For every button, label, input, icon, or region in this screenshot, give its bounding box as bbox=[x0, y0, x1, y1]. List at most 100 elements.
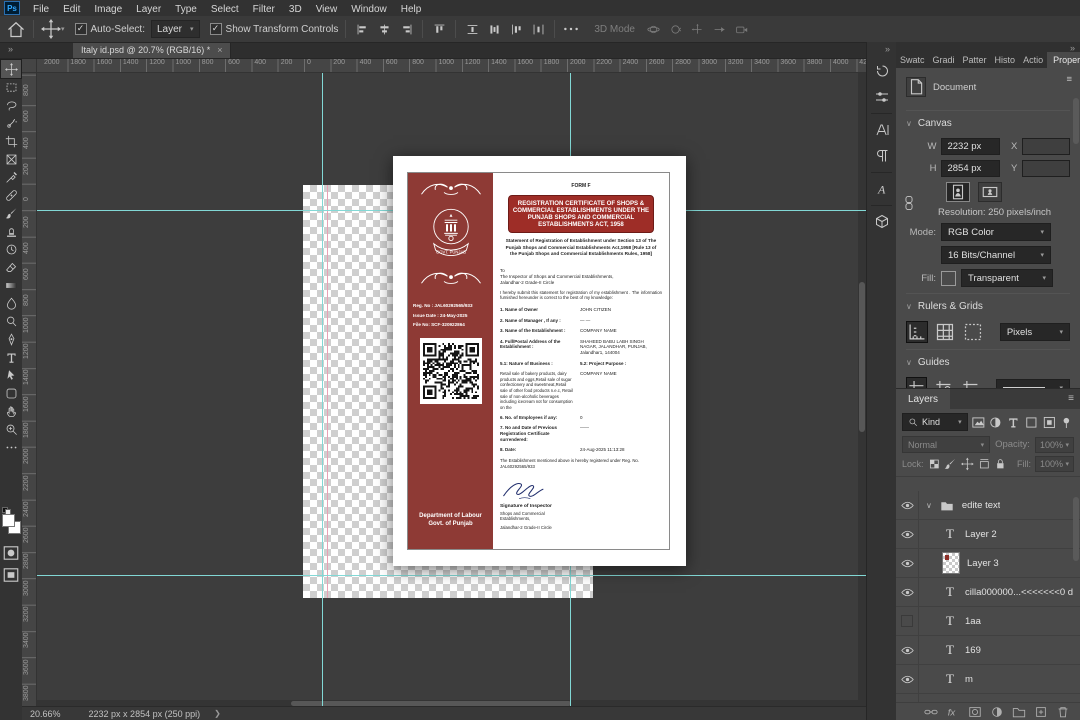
menu-file[interactable]: File bbox=[26, 4, 56, 15]
paragraph-panel-button[interactable] bbox=[867, 143, 896, 169]
glyphs-panel-button[interactable]: A bbox=[867, 176, 896, 202]
eyedropper-tool[interactable] bbox=[1, 168, 21, 186]
layer-visibility-toggle[interactable] bbox=[896, 520, 919, 548]
bit-depth-dropdown[interactable]: 16 Bits/Channel ▾ bbox=[941, 246, 1051, 264]
layers-scrollbar[interactable] bbox=[1073, 493, 1079, 613]
align-left-button[interactable] bbox=[353, 20, 371, 38]
ruler-corner[interactable] bbox=[22, 58, 37, 73]
menu-3d[interactable]: 3D bbox=[282, 4, 309, 15]
layers-tab[interactable]: Layers bbox=[896, 389, 951, 409]
toggle-grid-button[interactable] bbox=[934, 321, 956, 343]
panel-tab-actio[interactable]: Actio bbox=[1019, 52, 1047, 68]
toggle-pixel-grid-button[interactable] bbox=[962, 321, 984, 343]
home-button[interactable] bbox=[6, 19, 26, 39]
status-options-icon[interactable]: ❯ bbox=[214, 709, 221, 718]
layer-visibility-toggle[interactable] bbox=[896, 491, 919, 519]
guide-vertical-1[interactable] bbox=[322, 72, 323, 707]
gradient-tool[interactable] bbox=[1, 276, 21, 294]
filter-shape-layers-button[interactable] bbox=[1024, 414, 1039, 431]
menu-layer[interactable]: Layer bbox=[129, 4, 168, 15]
layer-visibility-toggle[interactable] bbox=[896, 607, 919, 635]
lock-position-button[interactable] bbox=[960, 457, 974, 471]
canvas-width-field[interactable]: 2232 px bbox=[941, 138, 1000, 155]
foreground-color-swatch[interactable] bbox=[2, 514, 15, 527]
add-layer-mask-button[interactable] bbox=[968, 705, 982, 719]
layer-visibility-toggle[interactable] bbox=[896, 578, 919, 606]
menu-filter[interactable]: Filter bbox=[246, 4, 282, 15]
delete-layer-button[interactable] bbox=[1056, 705, 1070, 719]
distribute-top-button[interactable] bbox=[463, 20, 481, 38]
frame-tool[interactable] bbox=[1, 150, 21, 168]
show-transform-checkbox[interactable]: ✓ Show Transform Controls bbox=[209, 23, 338, 35]
zoom-3d-button[interactable] bbox=[733, 20, 751, 38]
marquee-tool[interactable] bbox=[1, 78, 21, 96]
toggle-rulers-button[interactable] bbox=[906, 321, 928, 343]
close-tab-icon[interactable]: × bbox=[217, 45, 222, 55]
layer-row[interactable]: Tcilla000000...<<<<<<<0 d bbox=[896, 578, 1080, 607]
auto-select-checkbox[interactable]: ✓ Auto-Select: bbox=[74, 23, 145, 35]
panel-tab-gradi[interactable]: Gradi bbox=[929, 52, 959, 68]
orbit-3d-button[interactable] bbox=[645, 20, 663, 38]
layer-row[interactable]: T 1aa bbox=[896, 607, 1080, 636]
horizontal-ruler[interactable]: 2000 1800 1600 1400 1200 1000 800 600 400 200 0 200… bbox=[36, 58, 866, 73]
edit-toolbar-button[interactable] bbox=[1, 438, 21, 456]
auto-select-target-dropdown[interactable]: Layer ▾ bbox=[151, 20, 200, 38]
new-adjustment-layer-button[interactable] bbox=[990, 705, 1004, 719]
guides-section-header[interactable]: ∨ Guides bbox=[906, 349, 1070, 372]
zoom-tool[interactable] bbox=[1, 420, 21, 438]
filter-pixel-layers-button[interactable] bbox=[971, 414, 986, 431]
collapse-panels-icon[interactable]: » bbox=[1070, 43, 1075, 53]
distribute-gap-button[interactable] bbox=[529, 20, 547, 38]
tool-preset-move[interactable] bbox=[41, 19, 61, 39]
fill-dropdown[interactable]: Transparent ▾ bbox=[961, 269, 1053, 287]
shape-tool[interactable] bbox=[1, 384, 21, 402]
panel-tab-properties[interactable]: Properties bbox=[1047, 52, 1080, 68]
group-expand-icon[interactable]: ∨ bbox=[926, 501, 932, 510]
vertical-ruler[interactable]: 800 600 400 200 0 200 400 600 800 1000 1200 1400 160… bbox=[22, 72, 37, 707]
history-brush-tool[interactable] bbox=[1, 240, 21, 258]
ruler-units-dropdown[interactable]: Pixels ▾ bbox=[999, 323, 1070, 341]
panel-tab-histo[interactable]: Histo bbox=[991, 52, 1020, 68]
layer-row[interactable]: Layer 3 bbox=[896, 549, 1080, 578]
screen-mode-button[interactable] bbox=[1, 566, 21, 584]
color-swatches[interactable] bbox=[2, 507, 21, 536]
panel-tab-patter[interactable]: Patter bbox=[959, 52, 991, 68]
filter-type-layers-button[interactable] bbox=[1006, 414, 1021, 431]
menu-type[interactable]: Type bbox=[168, 4, 204, 15]
new-group-button[interactable] bbox=[1012, 705, 1026, 719]
move-tool[interactable] bbox=[0, 59, 22, 79]
type-tool[interactable] bbox=[1, 348, 21, 366]
orientation-landscape-button[interactable] bbox=[978, 182, 1002, 202]
quick-select-tool[interactable] bbox=[1, 114, 21, 132]
menu-select[interactable]: Select bbox=[204, 4, 246, 15]
more-align-options-button[interactable] bbox=[562, 20, 580, 38]
lock-artboard-button[interactable] bbox=[978, 457, 991, 471]
canvas-height-field[interactable]: 2854 px bbox=[941, 160, 1000, 177]
rulers-grids-section-header[interactable]: ∨ Rulers & Grids bbox=[906, 293, 1070, 316]
document-tab[interactable]: Italy id.psd @ 20.7% (RGB/16) * × bbox=[73, 42, 232, 58]
path-select-tool[interactable] bbox=[1, 366, 21, 384]
fill-swatch[interactable] bbox=[941, 270, 956, 286]
distribute-center-v-button[interactable] bbox=[485, 20, 503, 38]
collapse-toolbar-icon[interactable]: » bbox=[0, 42, 21, 58]
crop-tool[interactable] bbox=[1, 132, 21, 150]
layer-row[interactable]: T Layer 2 bbox=[896, 520, 1080, 549]
pan-3d-button[interactable] bbox=[689, 20, 707, 38]
default-colors-icon[interactable] bbox=[2, 507, 11, 515]
guide-horizontal-2[interactable] bbox=[36, 575, 866, 576]
blur-tool[interactable] bbox=[1, 294, 21, 312]
new-layer-button[interactable] bbox=[1034, 705, 1048, 719]
orientation-portrait-button[interactable] bbox=[946, 182, 970, 202]
layer-row[interactable]: Tm bbox=[896, 665, 1080, 694]
dodge-tool[interactable] bbox=[1, 312, 21, 330]
eraser-tool[interactable] bbox=[1, 258, 21, 276]
lock-pixels-button[interactable] bbox=[944, 457, 957, 471]
slide-3d-button[interactable] bbox=[711, 20, 729, 38]
expand-panels-icon[interactable]: » bbox=[867, 42, 896, 58]
layer-thumbnail[interactable] bbox=[942, 552, 960, 574]
layer-visibility-toggle[interactable] bbox=[896, 636, 919, 664]
color-mode-dropdown[interactable]: RGB Color ▾ bbox=[941, 223, 1051, 241]
link-dimensions-icon[interactable] bbox=[902, 186, 916, 220]
distribute-bottom-button[interactable] bbox=[507, 20, 525, 38]
menu-image[interactable]: Image bbox=[87, 4, 129, 15]
